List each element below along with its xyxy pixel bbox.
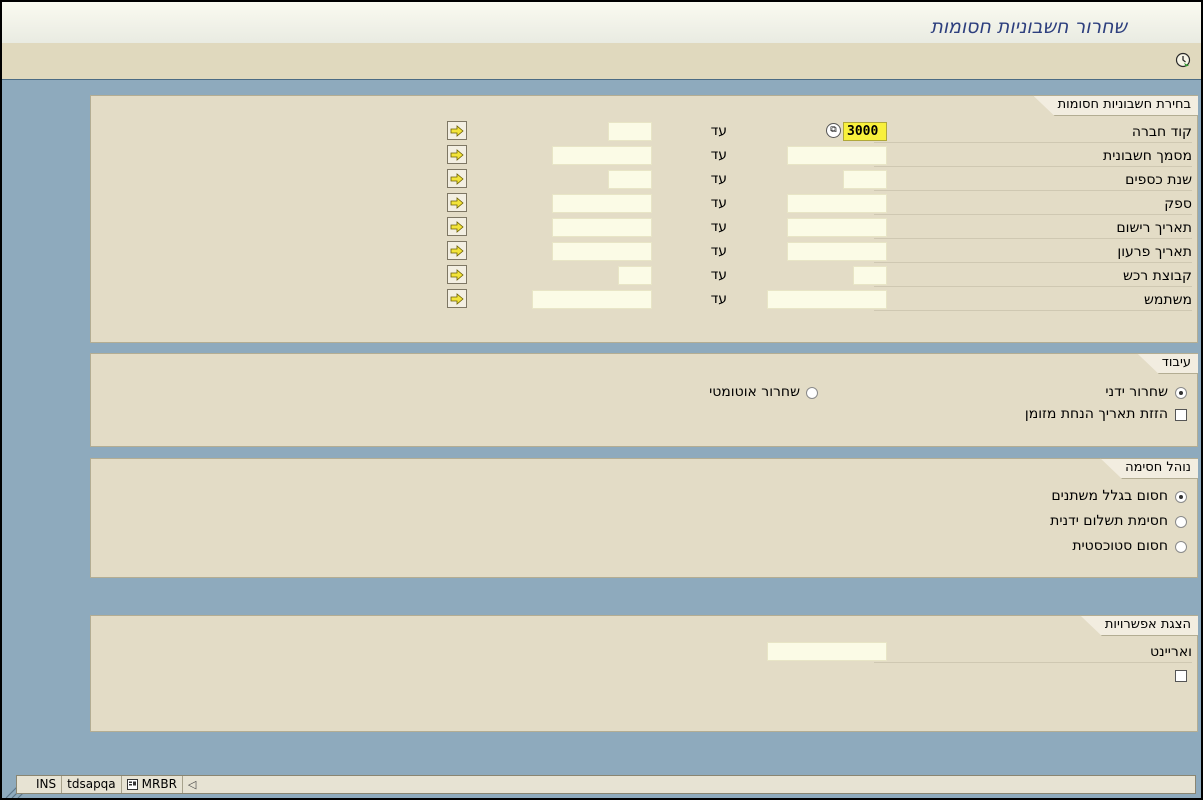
block-variance-label: חסום בגלל משתנים <box>1051 488 1168 504</box>
shift-baseline-checkbox[interactable] <box>1175 409 1187 421</box>
user-multiple-selection-button[interactable] <box>447 289 467 308</box>
company-code-label: קוד חברה <box>874 123 1192 143</box>
auto-release-label: שחרור אוטומטי <box>709 384 800 400</box>
invoice-document-multiple-selection-button[interactable] <box>447 145 467 164</box>
arrow-right-icon <box>450 220 464 233</box>
sap-window: שחרור חשבוניות חסומות בחירת חשבוניות חסו… <box>2 2 1201 798</box>
invoice-document-to-label: עד <box>710 147 727 163</box>
stochastic-block-radio[interactable] <box>1175 541 1187 553</box>
posting-date-to-input[interactable] <box>552 218 652 237</box>
fiscal-year-to-input[interactable] <box>608 170 652 189</box>
window-title: שחרור חשבוניות חסומות <box>930 16 1127 38</box>
posting-date-from-input[interactable] <box>787 218 887 237</box>
invoice-document-from-input[interactable] <box>787 146 887 165</box>
status-mode: INS <box>31 776 63 793</box>
arrow-right-icon <box>450 196 464 209</box>
invoice-document-to-input[interactable] <box>552 146 652 165</box>
due-date-label: תאריך פרעון <box>874 243 1192 263</box>
due-date-to-input[interactable] <box>552 242 652 261</box>
user-label: משתמש <box>874 291 1192 311</box>
invoice-document-label: מסמך חשבונית <box>874 147 1192 167</box>
company-code-multiple-selection-button[interactable] <box>447 121 467 140</box>
title-bar: שחרור חשבוניות חסומות <box>2 2 1201 43</box>
blocking-panel-title: נוהל חסימה <box>1100 458 1198 479</box>
execute-clock-icon <box>1175 52 1191 68</box>
arrow-right-icon <box>450 172 464 185</box>
vendor-from-input[interactable] <box>787 194 887 213</box>
auto-release-radio[interactable] <box>806 387 818 399</box>
arrow-right-icon <box>450 268 464 281</box>
status-server: tdsapqa <box>62 776 122 793</box>
due-date-multiple-selection-button[interactable] <box>447 241 467 260</box>
due-date-to-label: עד <box>710 243 727 259</box>
vendor-to-label: עד <box>710 195 727 211</box>
fiscal-year-to-label: עד <box>710 171 727 187</box>
purchasing-group-to-label: עד <box>710 267 727 283</box>
status-bar: INS tdsapqa MRBR ◁ <box>2 771 1201 798</box>
manual-payment-block-radio[interactable] <box>1175 516 1187 528</box>
arrow-right-icon <box>450 292 464 305</box>
vendor-label: ספק <box>874 195 1192 215</box>
shift-baseline-label: הזזת תאריך הנחת מזומן <box>1024 406 1168 422</box>
purchasing-group-from-input[interactable] <box>853 266 887 285</box>
company-code-from-input[interactable]: 3000 <box>843 122 887 141</box>
arrow-right-icon <box>450 244 464 257</box>
variant-input[interactable] <box>767 642 887 661</box>
arrow-right-icon <box>450 148 464 161</box>
arrow-right-icon <box>450 124 464 137</box>
display-option-checkbox[interactable] <box>1175 670 1187 682</box>
purchasing-group-multiple-selection-button[interactable] <box>447 265 467 284</box>
fiscal-year-label: שנת כספים <box>874 171 1192 191</box>
transaction-icon <box>126 779 138 790</box>
blocking-panel: נוהל חסימה חסום בגלל משתנים חסימת תשלום … <box>90 458 1198 578</box>
variant-label: ואריינט <box>874 643 1192 663</box>
posting-date-multiple-selection-button[interactable] <box>447 217 467 236</box>
purchasing-group-label: קבוצת רכש <box>874 267 1192 287</box>
posting-date-to-label: עד <box>710 219 727 235</box>
posting-date-label: תאריך רישום <box>874 219 1192 239</box>
user-from-input[interactable] <box>767 290 887 309</box>
status-transaction: MRBR <box>141 777 177 791</box>
status-collapse-icon[interactable]: ◁ <box>183 778 201 791</box>
vendor-multiple-selection-button[interactable] <box>447 193 467 212</box>
application-toolbar <box>2 43 1201 80</box>
fiscal-year-multiple-selection-button[interactable] <box>447 169 467 188</box>
selection-panel-title: בחירת חשבוניות חסומות <box>1032 95 1198 116</box>
processing-panel-title: עיבוד <box>1136 353 1198 374</box>
user-to-input[interactable] <box>532 290 652 309</box>
block-variance-radio[interactable] <box>1175 491 1187 503</box>
processing-panel: עיבוד שחרור ידני שחרור אוטומטי הזזת תארי… <box>90 353 1198 447</box>
company-code-to-input[interactable] <box>608 122 652 141</box>
due-date-from-input[interactable] <box>787 242 887 261</box>
vendor-to-input[interactable] <box>552 194 652 213</box>
match-code-icon[interactable]: ⧉ <box>826 123 841 138</box>
company-code-to-label: עד <box>710 123 727 139</box>
display-options-panel: הצגת אפשרויות ואריינט <box>90 615 1198 732</box>
manual-payment-block-label: חסימת תשלום ידנית <box>1050 513 1168 529</box>
display-options-panel-title: הצגת אפשרויות <box>1079 615 1198 636</box>
status-transaction-cell: MRBR <box>122 776 183 793</box>
purchasing-group-to-input[interactable] <box>618 266 652 285</box>
user-to-label: עד <box>710 291 727 307</box>
selection-panel: בחירת חשבוניות חסומות קוד חברה 3000 ⧉ עד מסמ… <box>90 95 1198 343</box>
stochastic-block-label: חסום סטוכסטית <box>1072 538 1168 554</box>
manual-release-label: שחרור ידני <box>1105 384 1168 400</box>
status-fields: INS tdsapqa MRBR ◁ <box>16 775 1196 794</box>
execute-button[interactable] <box>1174 51 1192 69</box>
fiscal-year-from-input[interactable] <box>843 170 887 189</box>
manual-release-radio[interactable] <box>1175 387 1187 399</box>
